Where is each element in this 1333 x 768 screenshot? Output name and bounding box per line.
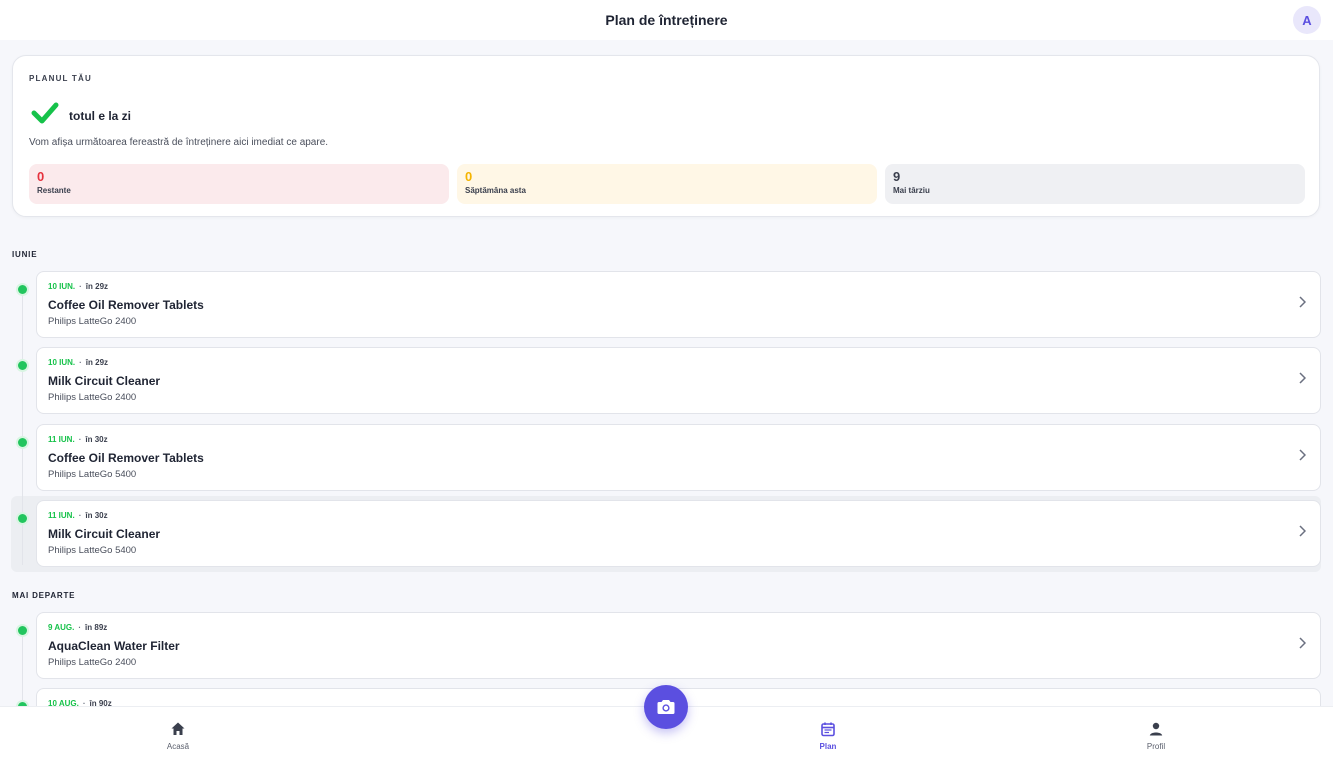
task-relative: în 29z — [85, 282, 109, 291]
camera-fab-button[interactable] — [644, 685, 688, 729]
section-label-june: IUNIE — [12, 250, 38, 259]
plan-subtitle: Vom afișa următoarea fereastră de întreț… — [29, 137, 329, 148]
task-date: 10 IUN. — [48, 282, 76, 291]
task-date: 11 IUN. — [48, 435, 75, 444]
timeline-line — [22, 285, 23, 565]
stat-later-value: 9 — [893, 169, 901, 184]
stat-later[interactable]: 9 Mai târziu — [885, 164, 1305, 204]
nav-label-profile: Profil — [1146, 742, 1166, 751]
camera-icon — [657, 700, 675, 714]
nav-label-home: Acasă — [166, 742, 190, 751]
task-relative: în 29z — [85, 358, 109, 367]
chevron-right-icon — [1299, 525, 1306, 537]
task-name: Milk Circuit Cleaner — [48, 374, 161, 388]
plan-eyebrow: PLANUL TĂU — [29, 74, 92, 83]
home-icon — [171, 722, 185, 735]
nav-item-plan[interactable]: Plan — [788, 721, 868, 751]
task-relative: în 30z — [85, 435, 108, 444]
stat-this-week-label: Săptămâna asta — [465, 186, 526, 195]
top-bar: Plan de întreținere A — [0, 0, 1333, 40]
task-card[interactable]: 11 IUN. · în 30z Milk Circuit Cleaner Phil… — [18, 500, 1321, 567]
stat-this-week[interactable]: 0 Săptămâna asta — [457, 164, 877, 204]
nav-item-home[interactable]: Acasă — [138, 721, 218, 751]
task-device: Philips LatteGo 5400 — [48, 469, 137, 480]
stat-overdue-value: 0 — [37, 169, 45, 184]
checkmark-icon — [31, 102, 59, 124]
task-name: Coffee Oil Remover Tablets — [48, 298, 204, 312]
timeline-dot — [18, 285, 27, 294]
stat-overdue[interactable]: 0 Restante — [29, 164, 449, 204]
nav-label-plan: Plan — [819, 742, 837, 751]
nav-item-profile[interactable]: Profil — [1116, 721, 1196, 751]
timeline-dot — [18, 361, 27, 370]
task-card[interactable]: 10 IUN. · în 29z Milk Circuit Cleaner Phil… — [18, 347, 1321, 414]
task-device: Philips LatteGo 5400 — [48, 545, 137, 556]
user-icon — [1149, 722, 1163, 736]
timeline-dot — [18, 514, 27, 523]
chevron-right-icon — [1299, 296, 1306, 308]
stat-overdue-label: Restante — [37, 186, 71, 195]
task-device: Philips LatteGo 2400 — [48, 392, 137, 403]
task-date: 10 IUN. — [48, 358, 76, 367]
stat-this-week-value: 0 — [465, 169, 473, 184]
chevron-right-icon — [1299, 637, 1306, 649]
timeline-line — [22, 626, 23, 706]
task-card[interactable]: 11 IUN. · în 30z Coffee Oil Remover Tablet… — [18, 424, 1321, 491]
task-name: AquaClean Water Filter — [48, 639, 180, 653]
plan-summary-card: PLANUL TĂU totul e la zi Vom afișa următ… — [12, 55, 1320, 217]
timeline-dot — [18, 438, 27, 447]
timeline-dot — [18, 626, 27, 635]
section-label-later: MAI DEPARTE — [12, 591, 76, 600]
task-relative: în 30z — [85, 511, 108, 520]
task-card[interactable]: 10 IUN. · în 29z Coffee Oil Remover Tablet… — [18, 271, 1321, 338]
task-date: 11 IUN. — [48, 511, 75, 520]
chevron-right-icon — [1299, 449, 1306, 461]
page-title: Plan de întreținere — [605, 12, 728, 28]
task-device: Philips LatteGo 2400 — [48, 657, 137, 668]
task-relative: în 89z — [85, 623, 108, 632]
stat-later-label: Mai târziu — [893, 186, 930, 195]
avatar[interactable]: A — [1293, 6, 1321, 34]
task-device: Philips LatteGo 2400 — [48, 316, 137, 327]
plan-status: totul e la zi — [69, 109, 132, 123]
chevron-right-icon — [1299, 372, 1306, 384]
task-name: Coffee Oil Remover Tablets — [48, 451, 204, 465]
task-card[interactable]: 9 AUG. · în 89z AquaClean Water Filter Phi… — [18, 612, 1321, 679]
task-date: 9 AUG. — [48, 623, 75, 632]
calendar-icon — [821, 722, 835, 737]
task-name: Milk Circuit Cleaner — [48, 527, 161, 541]
